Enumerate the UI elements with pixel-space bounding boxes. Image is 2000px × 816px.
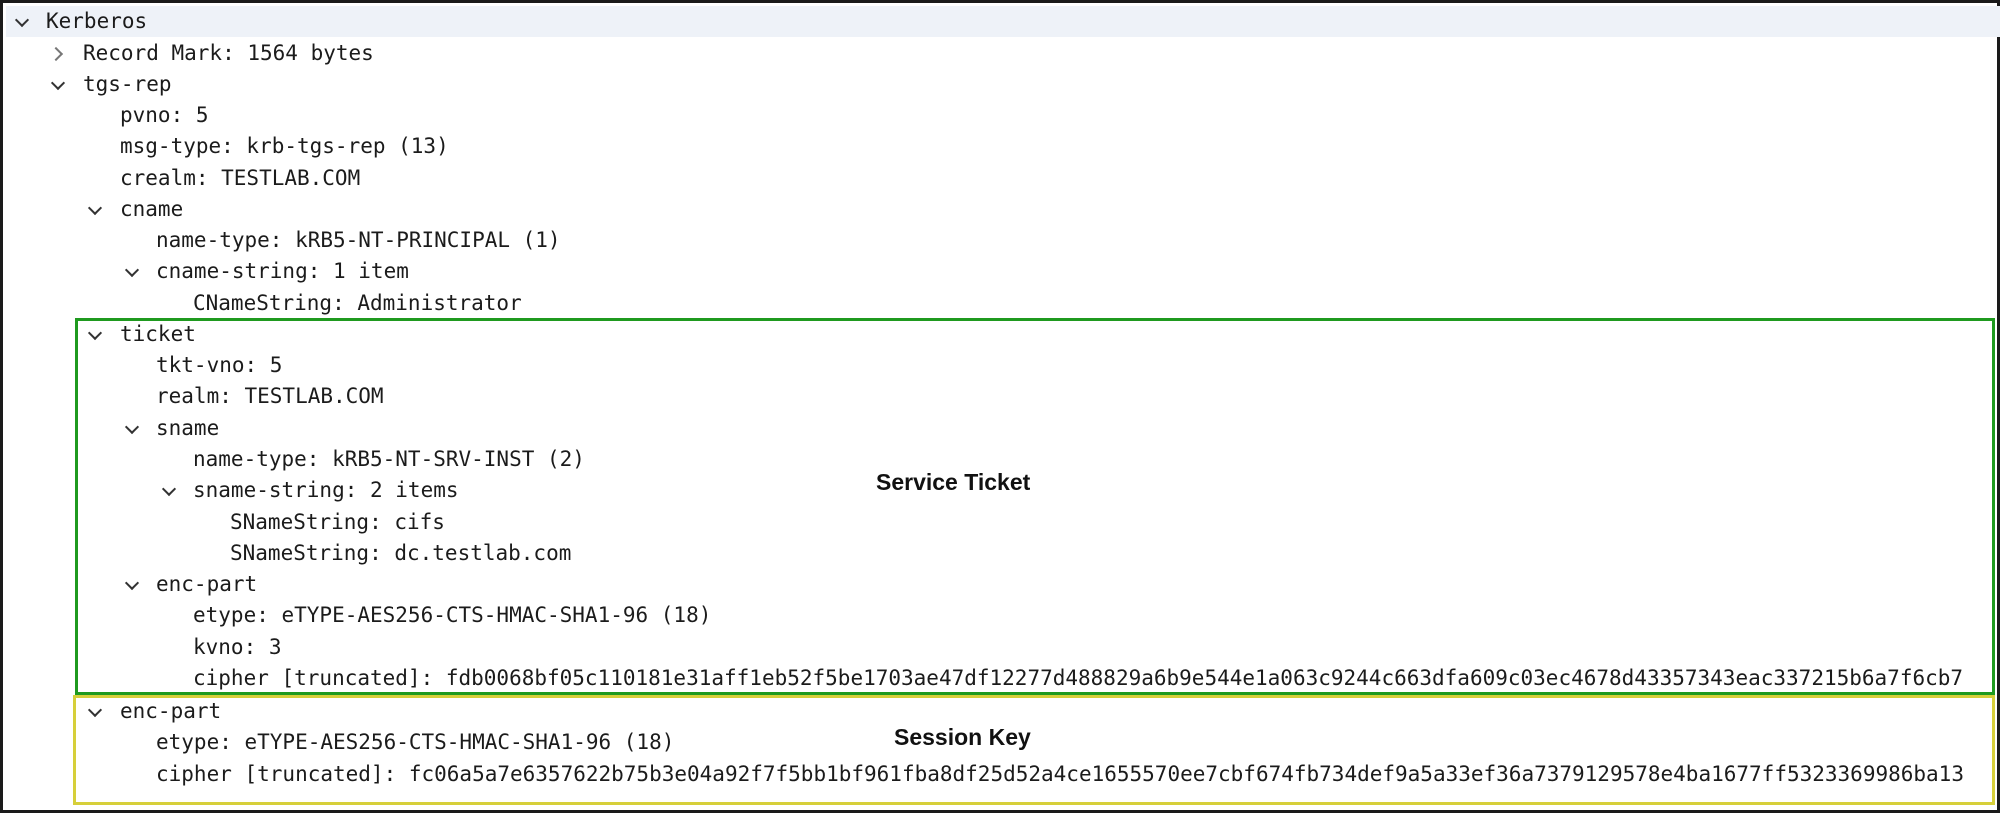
session-key-annotation: Session Key (894, 724, 1031, 750)
tree-node-label: Record Mark: 1564 bytes (83, 41, 374, 65)
chevron-right-icon[interactable] (48, 38, 68, 69)
packet-details-pane: Kerberos Record Mark: 1564 bytes tgs-rep… (0, 0, 2000, 813)
tree-node-cname[interactable]: cname (3, 194, 2000, 225)
tree-node-label: crealm: TESTLAB.COM (120, 166, 361, 190)
tree-node-label: CNameString: Administrator (193, 291, 522, 315)
tree-node-record-mark[interactable]: Record Mark: 1564 bytes (3, 38, 2000, 69)
tree-node-label: name-type: kRB5-NT-PRINCIPAL (1) (156, 228, 561, 252)
tree-node-msg-type[interactable]: msg-type: krb-tgs-rep (13) (3, 131, 2000, 162)
chevron-down-icon[interactable] (12, 6, 32, 37)
tree-node-label: tgs-rep (83, 72, 172, 96)
tree-node-kerberos[interactable]: Kerberos (6, 6, 2000, 37)
tree-node-label: cname (120, 197, 184, 221)
tree-node-label: cname-string: 1 item (156, 259, 409, 283)
tree-node-cname-string[interactable]: cname-string: 1 item (3, 256, 2000, 287)
service-ticket-highlight-box (75, 318, 1995, 695)
tree-node-cname-string-value[interactable]: CNameString: Administrator (3, 288, 2000, 319)
chevron-down-icon[interactable] (85, 194, 105, 225)
tree-node-label: pvno: 5 (120, 103, 209, 127)
tree-node-label: msg-type: krb-tgs-rep (13) (120, 134, 449, 158)
session-key-highlight-box (73, 695, 1995, 805)
tree-node-crealm[interactable]: crealm: TESTLAB.COM (3, 163, 2000, 194)
tree-node-pvno[interactable]: pvno: 5 (3, 100, 2000, 131)
tree-node-tgs-rep[interactable]: tgs-rep (3, 69, 2000, 100)
tree-node-cname-name-type[interactable]: name-type: kRB5-NT-PRINCIPAL (1) (3, 225, 2000, 256)
service-ticket-annotation: Service Ticket (876, 469, 1031, 495)
chevron-down-icon[interactable] (122, 256, 142, 287)
tree-node-label: Kerberos (46, 9, 148, 33)
chevron-down-icon[interactable] (48, 69, 68, 100)
